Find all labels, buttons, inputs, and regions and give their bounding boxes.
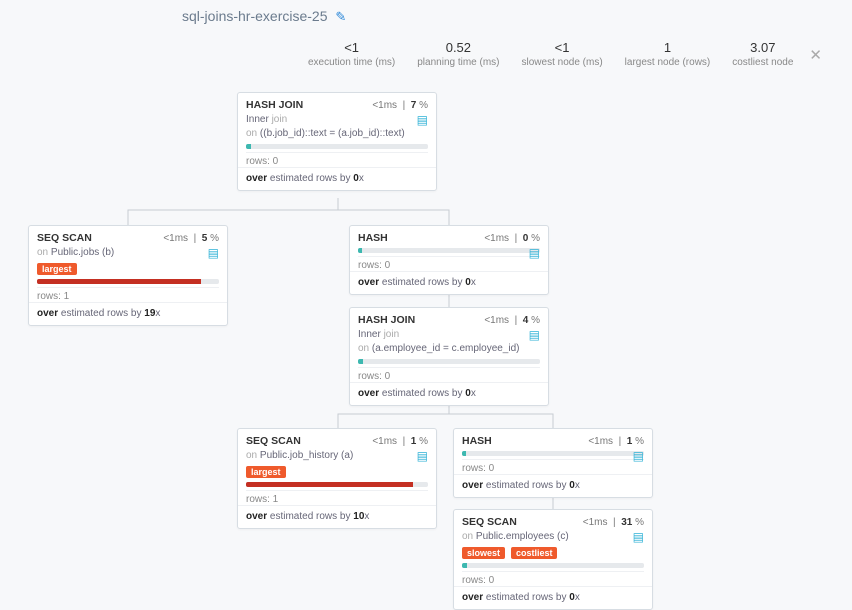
database-icon: ▤: [529, 246, 540, 260]
database-icon: ▤: [417, 113, 428, 127]
node-hash-1[interactable]: HASH <1ms | 0 % ▤ rows: 0 over estimated…: [349, 225, 549, 295]
node-seqscan-jobs[interactable]: SEQ SCAN <1ms | 5 % ▤ on Public.jobs (b)…: [28, 225, 228, 326]
node-meta: <1ms | 1 %: [588, 436, 644, 447]
node-meta: <1ms | 4 %: [484, 315, 540, 326]
database-icon: ▤: [417, 449, 428, 463]
stat-costliest: 3.07 costliest node: [732, 40, 793, 68]
stat-slowest: <1 slowest node (ms): [522, 40, 603, 68]
database-icon: ▤: [633, 449, 644, 463]
node-name: SEQ SCAN: [246, 435, 301, 447]
node-meta: <1ms | 7 %: [372, 100, 428, 111]
node-seqscan-employees[interactable]: SEQ SCAN <1ms | 31 % ▤ on Public.employe…: [453, 509, 653, 610]
node-meta: <1ms | 1 %: [372, 436, 428, 447]
database-icon: ▤: [633, 530, 644, 544]
stat-plan-time: 0.52 planning time (ms): [417, 40, 499, 68]
stats-bar: <1 execution time (ms) 0.52 planning tim…: [308, 40, 793, 68]
node-seqscan-jobhistory[interactable]: SEQ SCAN <1ms | 1 % ▤ on Public.job_hist…: [237, 428, 437, 529]
plan-title-text: sql-joins-hr-exercise-25: [182, 8, 328, 24]
node-meta: <1ms | 0 %: [484, 233, 540, 244]
slowest-badge: slowest: [462, 547, 505, 559]
stat-largest: 1 largest node (rows): [625, 40, 711, 68]
edit-icon[interactable]: ✎: [335, 9, 346, 24]
node-meta: <1ms | 31 %: [583, 517, 644, 528]
close-icon[interactable]: ✕: [809, 46, 822, 64]
largest-badge: largest: [37, 263, 77, 275]
node-name: SEQ SCAN: [462, 516, 517, 528]
node-name: HASH: [462, 435, 492, 447]
costliest-badge: costliest: [511, 547, 558, 559]
database-icon: ▤: [208, 246, 219, 260]
node-hash-join-inner[interactable]: HASH JOIN <1ms | 4 % ▤ Inner join on (a.…: [349, 307, 549, 406]
node-meta: <1ms | 5 %: [163, 233, 219, 244]
node-hash-2[interactable]: HASH <1ms | 1 % ▤ rows: 0 over estimated…: [453, 428, 653, 498]
node-hash-join-root[interactable]: HASH JOIN <1ms | 7 % ▤ Inner join on ((b…: [237, 92, 437, 191]
node-name: HASH: [358, 232, 388, 244]
plan-title: sql-joins-hr-exercise-25 ✎: [182, 8, 346, 25]
stat-exec-time: <1 execution time (ms): [308, 40, 395, 68]
node-name: HASH JOIN: [358, 314, 415, 326]
largest-badge: largest: [246, 466, 286, 478]
node-name: SEQ SCAN: [37, 232, 92, 244]
database-icon: ▤: [529, 328, 540, 342]
node-name: HASH JOIN: [246, 99, 303, 111]
